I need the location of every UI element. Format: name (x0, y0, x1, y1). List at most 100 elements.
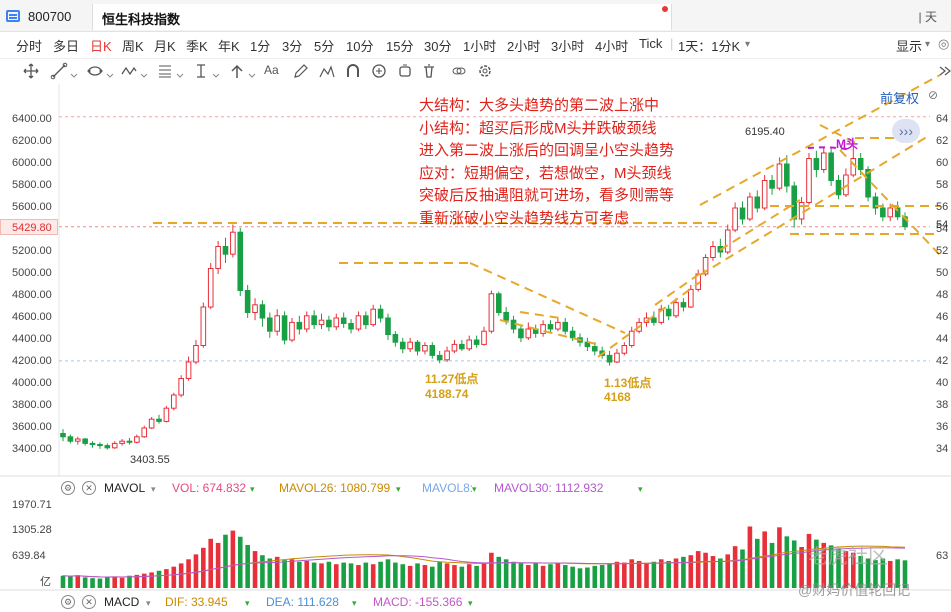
candle-body (252, 304, 258, 313)
low2-value-label: 4168 (604, 390, 631, 404)
chevron-down-icon[interactable]: ▾ (146, 598, 151, 609)
volume-bar (282, 560, 287, 588)
annotation-line: 小结构：超买后形成M头并跌破颈线 (419, 119, 657, 137)
chevron-down-icon[interactable]: ▾ (151, 484, 156, 495)
more-button[interactable]: ››› (892, 119, 920, 143)
y-tick-label: 3800.00 (12, 399, 52, 411)
volume-bar (614, 561, 620, 588)
y-tick-label: 6000.00 (12, 157, 52, 169)
low2-date-label: 1.13低点 (604, 376, 652, 390)
candle-body (503, 312, 509, 321)
volume-bar (245, 544, 250, 588)
volume-bar (503, 559, 509, 588)
candle-body (119, 440, 125, 444)
y-tick-label-right: 40 (936, 377, 949, 389)
candle-body (466, 339, 473, 350)
candle-body (651, 317, 657, 323)
volume-bar (622, 562, 627, 588)
volume-bar (201, 547, 206, 588)
community-watermark: 老虎社区 (808, 546, 888, 568)
mavol30-value: MAVOL30: 1112.932 (494, 481, 604, 495)
fuquan-toggle[interactable]: 前复权 (880, 88, 919, 107)
candle-body (747, 196, 753, 220)
m-top-label: M头 (836, 137, 858, 151)
candle-body (311, 315, 317, 326)
volume-bar (444, 563, 450, 588)
chevron-down-icon[interactable]: ▾ (396, 484, 401, 495)
candle-body (274, 315, 280, 332)
candle-body (385, 317, 391, 335)
candle-body (562, 321, 569, 332)
kline-chart[interactable] (0, 0, 951, 612)
author-watermark: @财妈价值轮回记 (798, 582, 911, 598)
chevron-down-icon[interactable]: ▾ (638, 484, 643, 495)
candle-body (724, 229, 731, 253)
y-tick-label: 4200.00 (12, 355, 52, 367)
volume-bar (577, 568, 583, 588)
close-icon[interactable]: ✕ (82, 595, 96, 609)
close-icon[interactable]: ✕ (82, 481, 96, 495)
volume-bar (311, 562, 317, 588)
candle-body (813, 158, 820, 170)
y-tick-label-right: 42 (936, 355, 949, 367)
candle-body (230, 231, 236, 255)
analysis-annotation: 大结构：大多头趋势的第二波上涨中 小结构：超买后形成M头并跌破颈线 进入第二波上… (419, 95, 699, 230)
y-tick-label-right: 60 (936, 157, 949, 169)
candle-body (141, 427, 148, 438)
chevron-down-icon[interactable]: ▾ (352, 598, 357, 609)
volume-bar (289, 559, 295, 588)
candle-body (828, 152, 834, 181)
volume-bar (378, 561, 383, 588)
volume-bar (562, 565, 568, 588)
volume-bar (112, 576, 118, 588)
chevron-down-icon[interactable]: ▾ (468, 598, 473, 609)
volume-bar (105, 577, 110, 588)
volume-bar (607, 563, 612, 588)
chevron-down-icon[interactable]: ▾ (245, 598, 250, 609)
y-tick-label-right: 52 (936, 245, 949, 257)
chevron-down-icon[interactable]: ▾ (472, 484, 477, 495)
volume-bar (496, 556, 502, 588)
y-tick-label: 5600.00 (12, 201, 52, 213)
chevron-down-icon[interactable]: ▾ (250, 484, 255, 495)
volume-bar (82, 577, 88, 588)
candle-body (148, 418, 155, 429)
volume-bar (60, 575, 66, 588)
vol-tick: 1305.28 (12, 524, 52, 536)
candle-body (296, 321, 303, 330)
settings-icon[interactable]: ⊘ (928, 88, 938, 102)
candle-body (407, 341, 413, 350)
y-tick-label: 6200.00 (12, 135, 52, 147)
y-tick-label: 4800.00 (12, 289, 52, 301)
volume-bar (533, 563, 539, 588)
candle-body (340, 317, 347, 324)
candle-body (326, 319, 332, 328)
low1-date-label: 11.27低点 (425, 372, 479, 386)
volume-bar (208, 538, 214, 588)
volume-bar (319, 563, 324, 588)
candle-body (97, 444, 103, 447)
candle-body (739, 207, 746, 220)
volume-bar (489, 552, 494, 588)
candle-body (555, 321, 561, 330)
y-tick-label-right: 56 (936, 201, 949, 213)
volume-bar (363, 562, 369, 588)
volume-bar (237, 536, 243, 588)
vol-tick-right: 63 (936, 550, 949, 562)
y-tick-label-right: 50 (936, 267, 949, 279)
candle-body (222, 246, 229, 255)
volume-bar (348, 563, 354, 588)
y-tick-label-right: 34 (936, 443, 949, 455)
indicator-name[interactable]: MAVOL (104, 481, 145, 495)
settings-icon[interactable]: ⚙ (61, 595, 75, 609)
settings-icon[interactable]: ⚙ (61, 481, 75, 495)
trend-line (597, 281, 701, 358)
volume-bar (644, 563, 649, 588)
candle-body (754, 196, 761, 209)
volume-bar (68, 576, 73, 588)
indicator-name[interactable]: MACD (104, 595, 139, 609)
volume-bar (437, 561, 442, 588)
trading-chart-window: 800700 恒生科技指数 | 天 分时 多日 日K 周K 月K 季K 年K 1… (0, 0, 951, 612)
volume-bar (119, 577, 125, 588)
candle-body (207, 268, 214, 308)
